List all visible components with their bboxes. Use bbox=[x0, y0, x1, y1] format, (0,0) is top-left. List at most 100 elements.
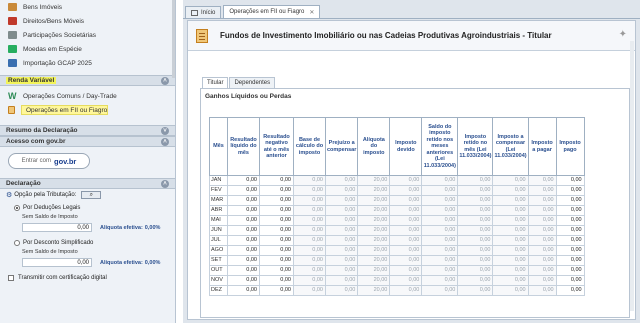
value-input-cell[interactable]: 0,00 bbox=[227, 205, 260, 216]
value-input-cell[interactable]: 0,00 bbox=[227, 265, 260, 276]
chevron-up-icon[interactable]: ˄ bbox=[161, 76, 169, 85]
gov-br-login-button[interactable]: Entrar com gov.br bbox=[8, 153, 90, 169]
value-input-cell[interactable]: 0,00 bbox=[555, 205, 585, 216]
value-cell: 0,00 bbox=[389, 285, 423, 296]
value-input-cell[interactable]: 0,00 bbox=[555, 275, 585, 286]
value-input-cell[interactable]: 0,00 bbox=[259, 265, 294, 276]
value-cell: 0,00 bbox=[457, 235, 494, 246]
value-input-cell[interactable]: 0,00 bbox=[227, 255, 260, 266]
checkbox-certificacao[interactable]: Transmitir com certificação digital bbox=[0, 272, 175, 283]
gov-br-logo: gov.br bbox=[53, 156, 77, 166]
value-cell: 0,00 bbox=[293, 225, 326, 236]
value-cell: 0,00 bbox=[389, 275, 423, 286]
sidebar-item-operacoes-fii[interactable]: Operações em FII ou Fiagro bbox=[0, 103, 175, 117]
value-cell: 0,00 bbox=[457, 245, 494, 256]
value-input-cell[interactable]: 0,00 bbox=[259, 245, 294, 256]
value-input-cell[interactable]: 0,00 bbox=[227, 235, 260, 246]
value-input-cell[interactable]: 0,00 bbox=[555, 195, 585, 206]
close-icon[interactable]: ✕ bbox=[309, 9, 314, 16]
month-cell: JUN bbox=[209, 225, 228, 236]
sidebar-item-building[interactable]: Participações Societárias bbox=[0, 28, 175, 42]
value-input-cell[interactable]: 0,00 bbox=[259, 275, 294, 286]
value-input-cell[interactable]: 0,00 bbox=[227, 215, 260, 226]
search-button[interactable]: ⌕ bbox=[81, 191, 102, 199]
radio-desconto-simplificado[interactable]: Por Desconto Simplificado bbox=[0, 238, 175, 248]
sidebar-item-car[interactable]: Direitos/Bens Móveis bbox=[0, 14, 175, 28]
value-input-cell[interactable]: 0,00 bbox=[227, 195, 260, 206]
chevron-up-icon[interactable]: ˄ bbox=[161, 137, 169, 146]
column-header: Imposto pago bbox=[555, 117, 585, 176]
value-cell: 0,00 bbox=[389, 205, 423, 216]
section-header-acesso[interactable]: Acesso com gov.br ˄ bbox=[0, 136, 175, 147]
subtab-dependentes[interactable]: Dependentes bbox=[229, 77, 276, 88]
value-input-cell[interactable]: 0,00 bbox=[227, 275, 260, 286]
value-cell: 0,00 bbox=[421, 275, 459, 286]
search-icon: ⌕ bbox=[89, 192, 94, 198]
value-cell: 0,00 bbox=[492, 235, 529, 246]
value-cell: 0,00 bbox=[421, 225, 459, 236]
radio-deducoes-legais[interactable]: Por Deduções Legais bbox=[0, 203, 175, 213]
sidebar-item-operacoes-comuns[interactable]: W Operações Comuns / Day-Trade bbox=[0, 89, 175, 103]
value-input-cell[interactable]: 0,00 bbox=[259, 285, 294, 296]
tab-operacoes-fii[interactable]: Operações em FII ou Fiagro ✕ bbox=[223, 5, 321, 18]
vertical-scrollbar[interactable] bbox=[630, 41, 634, 311]
sidebar-item-import[interactable]: Importação GCAP 2025 bbox=[0, 56, 175, 70]
value-input-cell[interactable]: 0,00 bbox=[555, 255, 585, 266]
month-cell: OUT bbox=[209, 265, 228, 276]
chevron-down-icon[interactable]: ˅ bbox=[161, 126, 169, 135]
radio-unselected-icon[interactable] bbox=[14, 240, 20, 246]
value-cell: 0,00 bbox=[324, 275, 359, 286]
value-input-cell[interactable]: 0,00 bbox=[227, 185, 260, 196]
value-cell: 0,00 bbox=[457, 195, 494, 206]
value-cell: 20,00 bbox=[357, 225, 391, 236]
value-input-cell[interactable]: 0,00 bbox=[555, 225, 585, 236]
title-bar: Fundos de Investimento Imobiliário ou na… bbox=[188, 21, 635, 51]
value-cell: 0,00 bbox=[293, 255, 326, 266]
sidebar: Bens Imóveis Direitos/Bens Móveis Particip… bbox=[0, 0, 176, 323]
value-input-cell[interactable]: 0,00 bbox=[555, 185, 585, 196]
table-row: JUN 0,00 0,00 0,00 0,00 20,00 0,00 0,00 0,00 0,00… bbox=[209, 225, 585, 236]
value-input-cell[interactable]: 0,00 bbox=[555, 215, 585, 226]
table-row: JAN 0,00 0,00 0,00 0,00 20,00 0,00 0,00 0,00 0,00… bbox=[209, 175, 585, 186]
section-header-declaracao[interactable]: Declaração ˄ bbox=[0, 178, 175, 189]
section-header-renda-variavel[interactable]: Renda Variável ˄ bbox=[0, 75, 175, 86]
table-row: FEV 0,00 0,00 0,00 0,00 20,00 0,00 0,00 0,00 0,00… bbox=[209, 185, 585, 196]
star-icon[interactable]: ✦ bbox=[619, 29, 627, 40]
value-cell: 0,00 bbox=[324, 265, 359, 276]
column-header: Mês bbox=[209, 117, 228, 176]
sidebar-scrollbar[interactable] bbox=[172, 0, 175, 78]
value-input-cell[interactable]: 0,00 bbox=[259, 225, 294, 236]
value-input-cell[interactable]: 0,00 bbox=[555, 175, 585, 186]
value-input-cell[interactable]: 0,00 bbox=[259, 255, 294, 266]
radio-selected-icon[interactable] bbox=[14, 205, 20, 211]
sidebar-item-house[interactable]: Bens Imóveis bbox=[0, 0, 175, 14]
value-cell: 0,00 bbox=[421, 235, 459, 246]
chevron-up-icon[interactable]: ˄ bbox=[161, 179, 169, 188]
value-input-cell[interactable]: 0,00 bbox=[227, 225, 260, 236]
value-input-cell[interactable]: 0,00 bbox=[555, 235, 585, 246]
value-input-cell[interactable]: 0,00 bbox=[555, 265, 585, 276]
column-header: Resultado líquido do mês bbox=[227, 117, 260, 176]
table-row: ABR 0,00 0,00 0,00 0,00 20,00 0,00 0,00 0,00 0,00… bbox=[209, 205, 585, 216]
value-input-cell[interactable]: 0,00 bbox=[259, 185, 294, 196]
column-header: Alíquota do imposto bbox=[357, 117, 391, 176]
value-cell: 0,00 bbox=[492, 215, 529, 226]
value-input-cell[interactable]: 0,00 bbox=[259, 235, 294, 246]
value-input-cell[interactable]: 0,00 bbox=[227, 175, 260, 186]
value-input-cell[interactable]: 0,00 bbox=[227, 245, 260, 256]
sidebar-item-money[interactable]: Moedas em Espécie bbox=[0, 42, 175, 56]
value-input-cell[interactable]: 0,00 bbox=[259, 175, 294, 186]
value-input-cell[interactable]: 0,00 bbox=[259, 205, 294, 216]
subtab-titular[interactable]: Titular bbox=[202, 77, 229, 88]
import-icon bbox=[8, 59, 17, 67]
tab-inicio[interactable]: Início bbox=[185, 6, 222, 18]
section-header-resumo[interactable]: Resumo da Declaração ˅ bbox=[0, 125, 175, 136]
value-input-cell[interactable]: 0,00 bbox=[555, 245, 585, 256]
value-input-cell[interactable]: 0,00 bbox=[555, 285, 585, 296]
value-input-cell[interactable]: 0,00 bbox=[259, 195, 294, 206]
value-input-cell[interactable]: 0,00 bbox=[227, 285, 260, 296]
value-input-cell[interactable]: 0,00 bbox=[259, 215, 294, 226]
money-icon bbox=[8, 45, 17, 53]
value-cell: 0,00 bbox=[527, 185, 557, 196]
checkbox-icon[interactable] bbox=[8, 274, 14, 281]
